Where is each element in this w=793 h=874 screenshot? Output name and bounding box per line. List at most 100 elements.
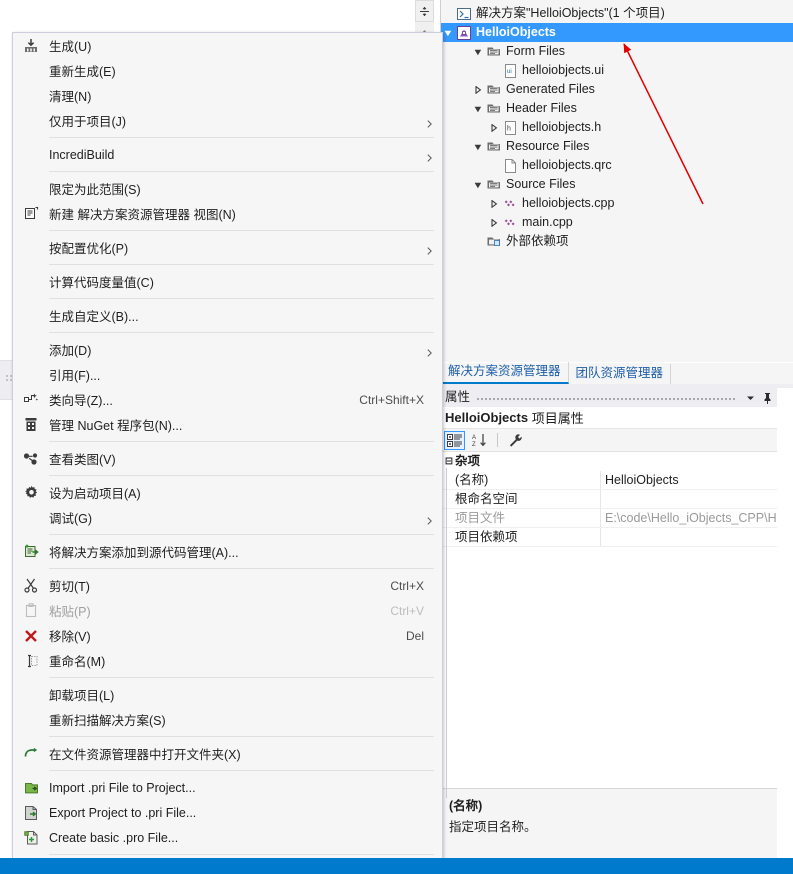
menu-separator [49, 137, 434, 138]
tree-expander[interactable] [487, 194, 501, 213]
menu-item-label: 引用(F)... [49, 369, 101, 383]
tab-0[interactable]: 解决方案资源管理器 [441, 362, 569, 384]
menu-item-12[interactable]: 类向导(Z)... Ctrl+Shift+X [13, 387, 442, 412]
menu-item-5[interactable]: 限定为此范围(S) [13, 176, 442, 201]
class-wizard-icon [13, 392, 49, 407]
solution-explorer-panel: 解决方案"HelloiObjects"(1 个项目) HelloiObjects F… [440, 0, 793, 362]
menu-item-8[interactable]: 计算代码度量值(C) [13, 269, 442, 294]
property-category[interactable]: ⊟ 杂项 [441, 452, 793, 471]
cpp-file-icon [501, 213, 519, 232]
tree-expander[interactable] [471, 80, 485, 99]
tree-item-label: Header Files [506, 101, 577, 115]
window-dropdown-icon[interactable] [742, 389, 759, 406]
project-context-menu[interactable]: 生成(U) 重新生成(E) 清理(N) 仅用于项目(J) IncrediBuild 限定为… [12, 32, 443, 874]
menu-item-9[interactable]: 生成自定义(B)... [13, 303, 442, 328]
menu-item-17[interactable]: 将解决方案添加到源代码管理(A)... [13, 539, 442, 564]
tree-item-label: helloiobjects.cpp [522, 196, 615, 210]
tree-expander[interactable] [471, 137, 485, 156]
menu-item-18[interactable]: 剪切(T) Ctrl+X [13, 573, 442, 598]
menu-item-1[interactable]: 重新生成(E) [13, 58, 442, 83]
property-category-label: 杂项 [455, 454, 481, 468]
property-value[interactable] [601, 490, 793, 508]
menu-item-10[interactable]: 添加(D) [13, 337, 442, 362]
tree-item[interactable]: h helloiobjects.h [441, 118, 793, 137]
property-grid[interactable]: ⊟ 杂项 (名称) HelloiObjects 根命名空间 项目文件 E:\code\Hel… [441, 452, 793, 547]
tree-item[interactable]: helloiobjects.cpp [441, 194, 793, 213]
svg-text:ui: ui [507, 69, 512, 75]
menu-item-25[interactable]: Import .pri File to Project... [13, 775, 442, 800]
menu-item-22[interactable]: 卸载项目(L) [13, 682, 442, 707]
menu-item-14[interactable]: 查看类图(V) [13, 446, 442, 471]
tree-expander[interactable] [471, 175, 485, 194]
properties-scrollbar-track[interactable] [777, 388, 793, 858]
menu-separator [49, 264, 434, 265]
menu-item-4[interactable]: IncrediBuild [13, 142, 442, 167]
status-bar [0, 858, 793, 874]
generic-file-icon [501, 156, 519, 175]
menu-item-20[interactable]: 移除(V) Del [13, 623, 442, 648]
solution-tree[interactable]: 解决方案"HelloiObjects"(1 个项目) HelloiObjects F… [441, 4, 793, 251]
tree-expander[interactable] [441, 23, 455, 42]
solution-root-row[interactable]: 解决方案"HelloiObjects"(1 个项目) [441, 4, 793, 23]
menu-item-7[interactable]: 按配置优化(P) [13, 235, 442, 260]
menu-item-16[interactable]: 调试(G) [13, 505, 442, 530]
menu-item-0[interactable]: 生成(U) [13, 33, 442, 58]
property-value[interactable]: HelloiObjects [601, 471, 793, 489]
tree-item[interactable]: Form Files [441, 42, 793, 61]
menu-item-label: 生成自定义(B)... [49, 310, 139, 324]
tree-expander[interactable] [487, 213, 501, 232]
submenu-chevron-icon [427, 117, 432, 131]
source-control-icon [13, 544, 49, 559]
menu-item-15[interactable]: 设为启动项目(A) [13, 480, 442, 505]
category-expander-icon[interactable]: ⊟ [443, 452, 455, 471]
tree-item[interactable]: Source Files [441, 175, 793, 194]
menu-item-27[interactable]: Create basic .pro File... [13, 825, 442, 850]
pin-icon[interactable] [759, 389, 776, 406]
tree-item-project[interactable]: HelloiObjects [441, 23, 793, 42]
tool-window-tabs[interactable]: 解决方案资源管理器 团队资源管理器 [440, 362, 793, 384]
tree-item[interactable]: Header Files [441, 99, 793, 118]
tree-item[interactable]: Generated Files [441, 80, 793, 99]
menu-item-3[interactable]: 仅用于项目(J) [13, 108, 442, 133]
menu-item-26[interactable]: Export Project to .pri File... [13, 800, 442, 825]
menu-item-24[interactable]: 在文件资源管理器中打开文件夹(X) [13, 741, 442, 766]
split-window-button[interactable] [415, 0, 434, 22]
property-value[interactable] [601, 528, 793, 546]
property-pages-icon[interactable] [505, 431, 526, 450]
menu-separator [49, 171, 434, 172]
property-row[interactable]: 项目文件 E:\code\Hello_iObjects_CPP\He [441, 509, 793, 528]
menu-item-6[interactable]: 新建 解决方案资源管理器 视图(N) [13, 201, 442, 226]
menu-item-23[interactable]: 重新扫描解决方案(S) [13, 707, 442, 732]
alphabetical-sort-icon[interactable]: A Z [469, 431, 490, 450]
properties-object-header: HelloiObjects 项目属性 [441, 407, 793, 429]
menu-item-21[interactable]: 重命名(M) [13, 648, 442, 673]
menu-item-11[interactable]: 引用(F)... [13, 362, 442, 387]
rename-icon [13, 654, 49, 668]
property-row[interactable]: (名称) HelloiObjects [441, 471, 793, 490]
property-row[interactable]: 根命名空间 [441, 490, 793, 509]
property-row[interactable]: 项目依赖项 [441, 528, 793, 547]
clipboard-icon [13, 603, 49, 618]
tree-item[interactable]: helloiobjects.qrc [441, 156, 793, 175]
tree-expander[interactable] [471, 99, 485, 118]
tree-item[interactable]: 外部依赖项 [441, 232, 793, 251]
property-value[interactable]: E:\code\Hello_iObjects_CPP\He [601, 509, 793, 527]
tree-expander[interactable] [487, 118, 501, 137]
tree-expander[interactable] [471, 42, 485, 61]
menu-item-label: 查看类图(V) [49, 453, 116, 467]
properties-panel: 属性 HelloiObjects 项目属性 A Z ⊟ 杂项 (名称) Hell… [440, 388, 793, 858]
menu-item-2[interactable]: 清理(N) [13, 83, 442, 108]
tab-1[interactable]: 团队资源管理器 [569, 364, 672, 384]
tree-item[interactable]: main.cpp [441, 213, 793, 232]
menu-item-13[interactable]: 管理 NuGet 程序包(N)... [13, 412, 442, 437]
tree-item[interactable]: Resource Files [441, 137, 793, 156]
tree-item-label: Source Files [506, 177, 576, 191]
property-name: 项目依赖项 [441, 528, 601, 546]
folder-filter-icon [485, 42, 503, 61]
properties-object-kind: 项目属性 [531, 411, 584, 426]
tree-item[interactable]: ui helloiobjects.ui [441, 61, 793, 80]
categorized-view-icon[interactable] [444, 430, 465, 450]
menu-separator [49, 332, 434, 333]
menu-separator [49, 568, 434, 569]
property-description-text: 指定项目名称。 [449, 820, 537, 834]
